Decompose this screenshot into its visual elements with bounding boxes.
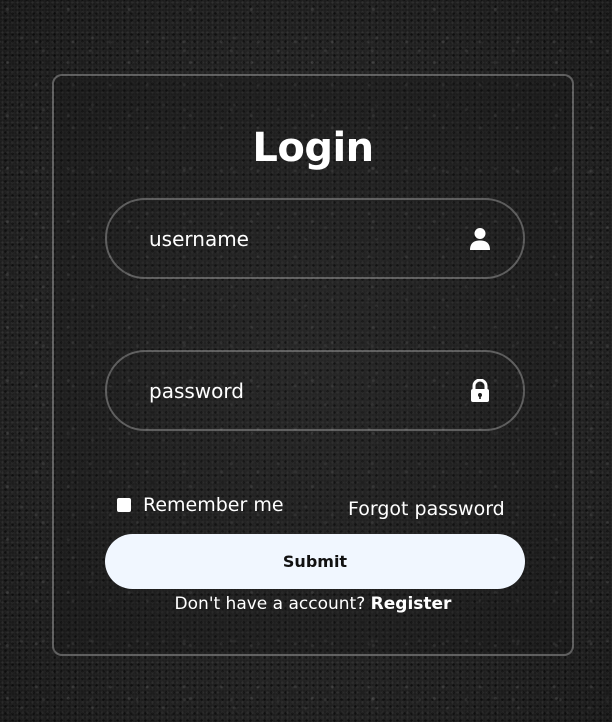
password-field[interactable] <box>105 350 525 431</box>
remember-me-label: Remember me <box>143 494 284 516</box>
username-input[interactable] <box>149 200 449 277</box>
username-field[interactable] <box>105 198 525 279</box>
login-card: Login Remember me Forgot password Submit… <box>52 74 574 656</box>
register-prompt: Don't have a account? <box>174 594 371 614</box>
forgot-password-link[interactable]: Forgot password <box>348 498 505 520</box>
register-line: Don't have a account? Register <box>54 594 572 614</box>
remember-me[interactable]: Remember me <box>117 494 284 516</box>
user-icon <box>470 228 490 250</box>
register-link[interactable]: Register <box>371 594 452 614</box>
submit-button[interactable]: Submit <box>105 534 525 589</box>
lock-icon <box>471 379 489 402</box>
password-input[interactable] <box>149 352 449 429</box>
remember-me-checkbox[interactable] <box>117 498 131 512</box>
login-title: Login <box>252 125 374 171</box>
